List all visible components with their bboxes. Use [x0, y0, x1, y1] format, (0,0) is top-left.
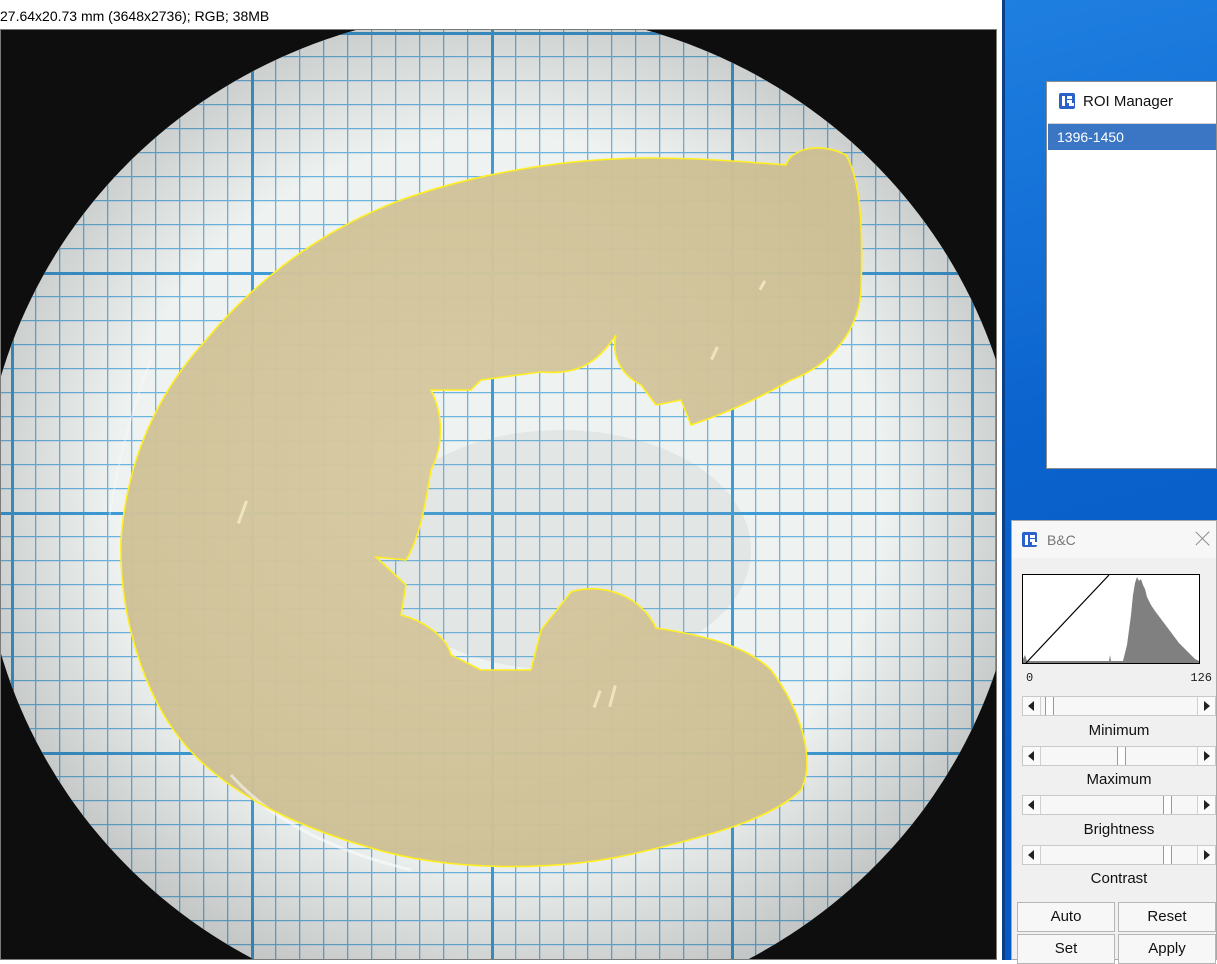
bc-title: B&C [1047, 531, 1076, 548]
microscope-image[interactable] [1, 30, 997, 960]
maximum-label: Maximum [1086, 771, 1152, 788]
brightness-label: Brightness [1083, 821, 1155, 838]
roi-manager-window: ROI Manager 1396-1450 [1046, 81, 1217, 469]
roi-list[interactable]: 1396-1450 [1048, 123, 1216, 468]
reset-button[interactable]: Reset [1118, 902, 1216, 932]
slider-thumb[interactable] [1045, 697, 1055, 715]
brightness-contrast-window: B&C 0 126 Minimum Maximum Brightness Con… [1011, 520, 1217, 964]
roi-list-item[interactable]: 1396-1450 [1048, 124, 1216, 150]
contrast-slider[interactable] [1022, 845, 1216, 865]
brightness-slider[interactable] [1022, 795, 1216, 815]
roi-manager-titlebar[interactable]: ROI Manager [1047, 82, 1216, 120]
scroll-right-arrow-icon[interactable] [1197, 846, 1215, 864]
scroll-right-arrow-icon[interactable] [1197, 697, 1215, 715]
scroll-right-arrow-icon[interactable] [1197, 747, 1215, 765]
image-info-bar: 27.64x20.73 mm (3648x2736); RGB; 38MB [0, 8, 270, 24]
minimum-label: Minimum [1088, 722, 1150, 739]
slider-thumb[interactable] [1163, 796, 1172, 814]
image-window: 27.64x20.73 mm (3648x2736); RGB; 38MB [0, 0, 1002, 960]
imagej-icon [1059, 93, 1075, 109]
close-icon[interactable] [1194, 529, 1212, 547]
scroll-left-arrow-icon[interactable] [1023, 796, 1041, 814]
auto-button[interactable]: Auto [1017, 902, 1115, 932]
histogram-graphic [1023, 574, 1199, 664]
scroll-left-arrow-icon[interactable] [1023, 747, 1041, 765]
histogram-max-label: 126 [1190, 671, 1212, 685]
scroll-left-arrow-icon[interactable] [1023, 697, 1041, 715]
roi-manager-title: ROI Manager [1083, 92, 1174, 110]
slider-thumb[interactable] [1163, 846, 1172, 864]
histogram-min-label: 0 [1026, 671, 1034, 685]
image-canvas[interactable] [0, 29, 997, 960]
minimum-slider[interactable] [1022, 696, 1216, 716]
histogram-plot [1022, 574, 1200, 664]
scroll-left-arrow-icon[interactable] [1023, 846, 1041, 864]
bc-titlebar[interactable]: B&C [1012, 521, 1216, 558]
imagej-icon [1022, 532, 1037, 547]
contrast-label: Contrast [1090, 870, 1148, 887]
maximum-slider[interactable] [1022, 746, 1216, 766]
slider-thumb[interactable] [1117, 747, 1127, 765]
scroll-right-arrow-icon[interactable] [1197, 796, 1215, 814]
